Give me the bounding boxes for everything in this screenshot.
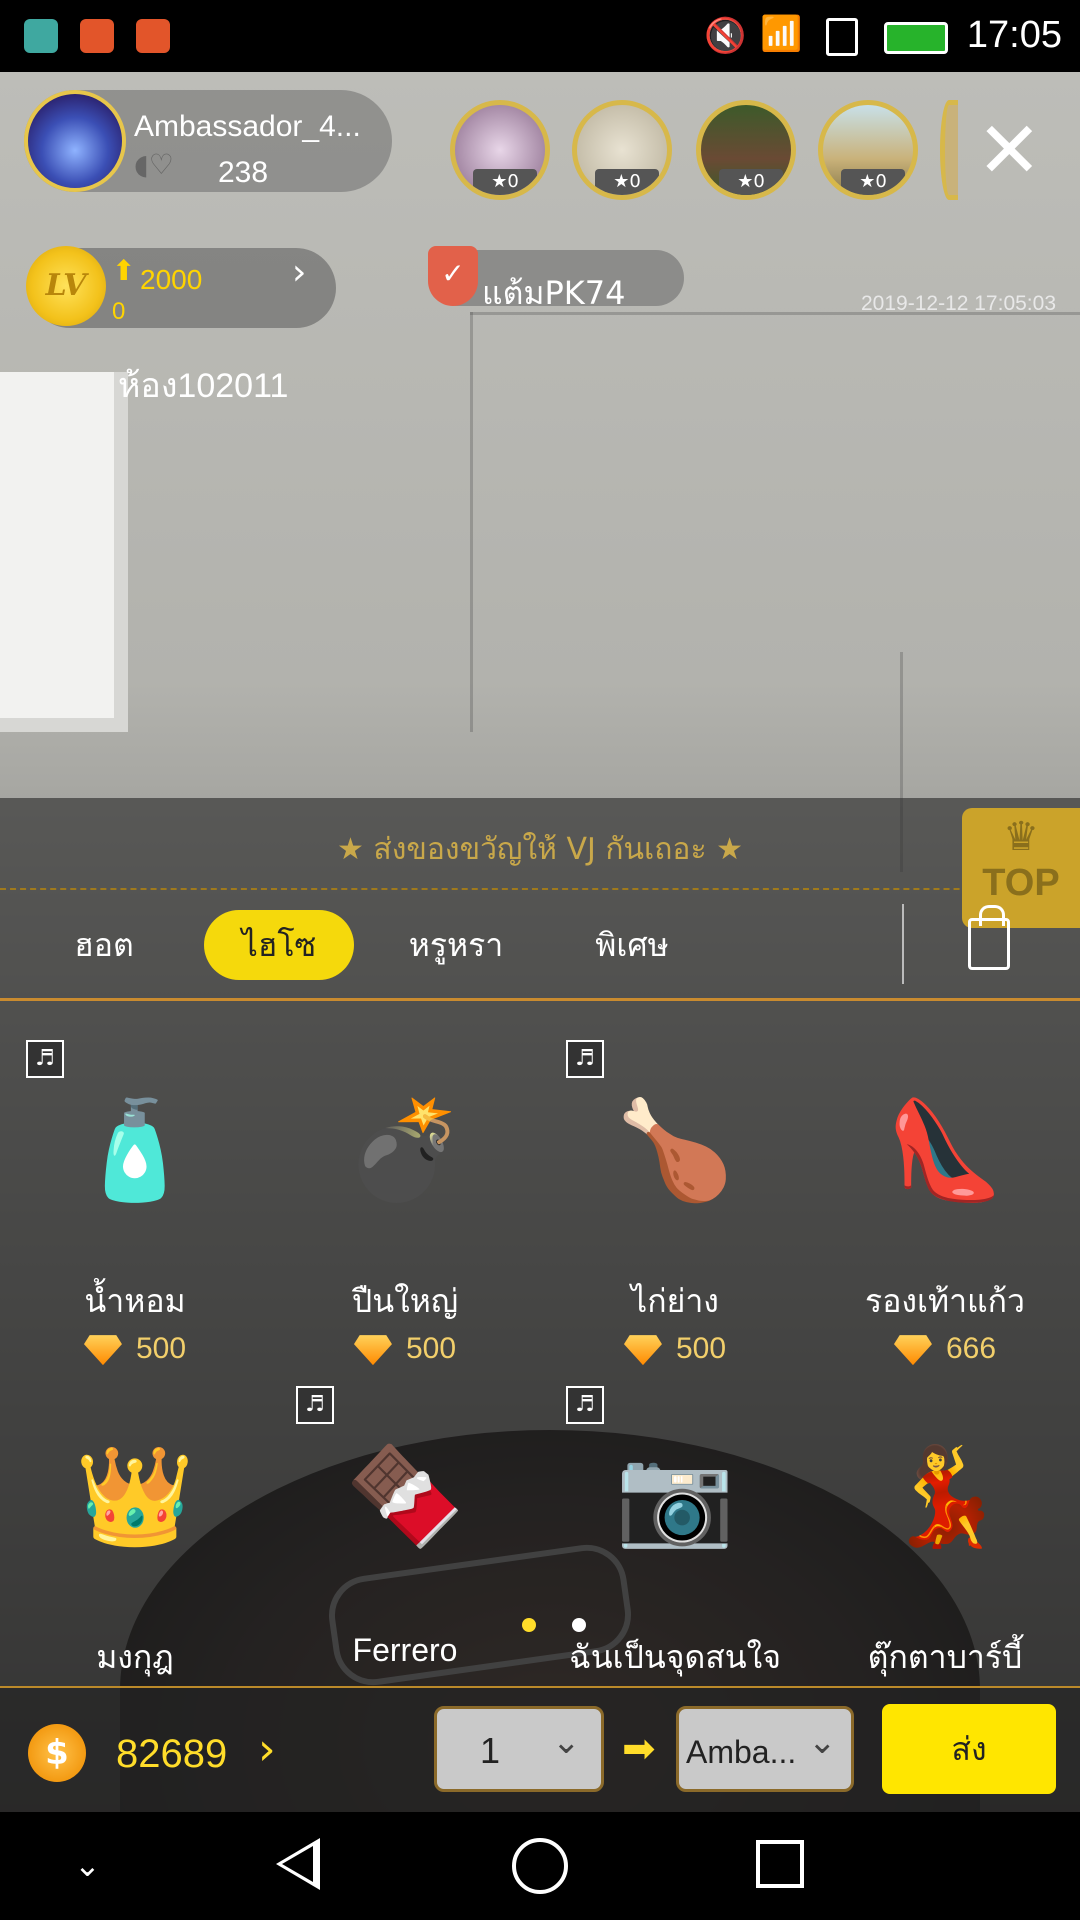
viewer-avatar[interactable]: ★0	[572, 100, 672, 200]
gift-item[interactable]: ♬ 🧴 น้ำหอม 500	[0, 1040, 270, 1370]
chevron-down-icon: ⌄	[808, 1722, 837, 1762]
mic-icon: ♬	[296, 1386, 334, 1424]
wifi-icon: 📶	[760, 14, 803, 54]
chocolate-box-icon: 🍫	[345, 1439, 465, 1552]
sim-icon	[826, 18, 858, 56]
gift-item[interactable]: ♬ 🍗 ไก่ย่าง 500	[540, 1040, 810, 1370]
crown-icon: 👑	[75, 1439, 195, 1552]
gift-price: 666	[810, 1332, 1080, 1366]
level-progress: 0	[112, 298, 126, 325]
gift-item[interactable]: 👠 รองเท้าแก้ว 666	[810, 1040, 1080, 1370]
send-button[interactable]: ส่ง	[882, 1704, 1056, 1794]
diamond-icon	[623, 1335, 662, 1366]
chevron-right-icon[interactable]: ›	[292, 252, 306, 293]
viewer-avatar[interactable]: ★0	[696, 100, 796, 200]
diamond-icon	[83, 1335, 122, 1366]
gift-price: 500	[540, 1332, 810, 1366]
tab-hot[interactable]: ฮอต	[44, 910, 164, 980]
gift-price: 500	[270, 1332, 540, 1366]
mic-icon: ♬	[566, 1040, 604, 1078]
battery-icon	[884, 22, 948, 54]
gift-price-value: 500	[405, 1332, 457, 1365]
window-light	[0, 372, 128, 732]
page-dot	[572, 1618, 586, 1632]
arrow-up-icon: ⬆	[112, 254, 136, 287]
gift-item[interactable]: 👑 มงกุฎ	[0, 1386, 270, 1716]
gift-name: ปืนใหญ่	[351, 1282, 459, 1320]
gift-name: ฉันเป็นจุดสนใจ	[568, 1638, 782, 1676]
gift-name: ไก่ย่าง	[631, 1282, 719, 1320]
recipient-value: Amba...	[686, 1734, 797, 1770]
gift-name: มงกุฎ	[96, 1638, 174, 1676]
android-icon	[24, 19, 58, 53]
home-icon[interactable]	[512, 1838, 568, 1894]
host-name: Ambassador_4...	[134, 110, 361, 143]
arrow-right-icon: ➡	[622, 1726, 656, 1772]
mic-icon: ♬	[566, 1386, 604, 1424]
stream-timestamp: 2019-12-12 17:05:03	[861, 292, 1056, 315]
clock: 17:05	[966, 14, 1062, 56]
gift-name: น้ำหอม	[84, 1282, 186, 1320]
bag-icon[interactable]	[968, 905, 1010, 970]
chevron-right-icon[interactable]: ›	[258, 1724, 276, 1775]
tab-hiso[interactable]: ไฮโซ	[204, 910, 354, 980]
viewer-avatar[interactable]: ★0	[818, 100, 918, 200]
shield-icon: ✓	[428, 246, 478, 306]
viewer-badge: ★0	[719, 169, 783, 195]
gift-name: รองเท้าแก้ว	[865, 1282, 1025, 1320]
gift-item[interactable]: 💣 ปืนใหญ่ 500	[270, 1040, 540, 1370]
gift-price-value: 500	[675, 1332, 727, 1365]
cannon-icon: 💣	[345, 1093, 465, 1206]
viewer-badge: ★0	[841, 169, 905, 195]
mic-icon: ♬	[26, 1040, 64, 1078]
gift-price-value: 666	[945, 1332, 997, 1365]
coin-balance[interactable]: 82689	[116, 1732, 227, 1777]
music-icon	[136, 19, 170, 53]
perfume-icon: 🧴	[75, 1093, 195, 1206]
page-dot-active	[522, 1618, 536, 1632]
gift-item[interactable]: ♬ 📷 ฉันเป็นจุดสนใจ	[540, 1386, 810, 1716]
recent-apps-icon[interactable]	[756, 1840, 804, 1888]
level-score: 2000	[140, 264, 203, 295]
diamond-icon	[893, 1335, 932, 1366]
host-avatar[interactable]	[24, 90, 126, 192]
room-number: ห้อง102011	[118, 367, 289, 405]
viewer-avatar[interactable]: ★0	[450, 100, 550, 200]
gift-price-value: 500	[135, 1332, 187, 1365]
close-icon[interactable]: ✕	[977, 112, 1042, 190]
camera-icon: 📷	[615, 1439, 735, 1552]
doll-icon: 💃	[885, 1439, 1005, 1552]
tab-special[interactable]: พิเศษ	[562, 910, 702, 980]
gift-item[interactable]: ♬ 🍫 Ferrero	[270, 1386, 540, 1716]
coin-icon: $	[28, 1724, 86, 1782]
chevron-down-icon: ⌄	[552, 1722, 581, 1762]
status-bar: 🔇 📶 17:05	[0, 0, 1080, 72]
viewer-badge: ★0	[595, 169, 659, 195]
viewer-avatar[interactable]	[940, 100, 958, 200]
gift-name: ตุ๊กตาบาร์บี้	[867, 1638, 1023, 1676]
music-icon	[80, 19, 114, 53]
host-likes-count: 238	[218, 156, 269, 189]
mute-icon: 🔇	[704, 16, 747, 56]
quantity-value: 1	[480, 1730, 501, 1771]
level-coin-icon: LV	[26, 246, 106, 326]
glass-slipper-icon: 👠	[885, 1093, 1005, 1206]
roast-chicken-icon: 🍗	[615, 1093, 735, 1206]
gift-name: Ferrero	[352, 1632, 458, 1668]
top-label: TOP	[982, 862, 1060, 904]
diamond-icon	[353, 1335, 392, 1366]
crown-icon: ♛	[1003, 814, 1039, 860]
tab-underline	[0, 998, 1080, 1001]
gift-price: 500	[0, 1332, 270, 1366]
viewer-badge: ★0	[473, 169, 537, 195]
tab-luxury[interactable]: หรูหรา	[386, 910, 526, 980]
chevron-down-icon[interactable]: ⌄	[74, 1846, 101, 1884]
gift-item[interactable]: 💃 ตุ๊กตาบาร์บี้	[810, 1386, 1080, 1716]
tab-divider	[902, 904, 904, 984]
gift-banner-text: ★ ส่งของขวัญให้ VJ กันเถอะ ★	[337, 832, 743, 867]
back-icon[interactable]	[276, 1838, 320, 1890]
pk-score: แต้มPK74	[482, 274, 626, 312]
heart-icon: ◖♡	[134, 148, 174, 181]
live-stream-screen: 🔇 📶 17:05 Ambassador_4... ◖♡ 238 ★0 ★0 ★…	[0, 0, 1080, 1920]
